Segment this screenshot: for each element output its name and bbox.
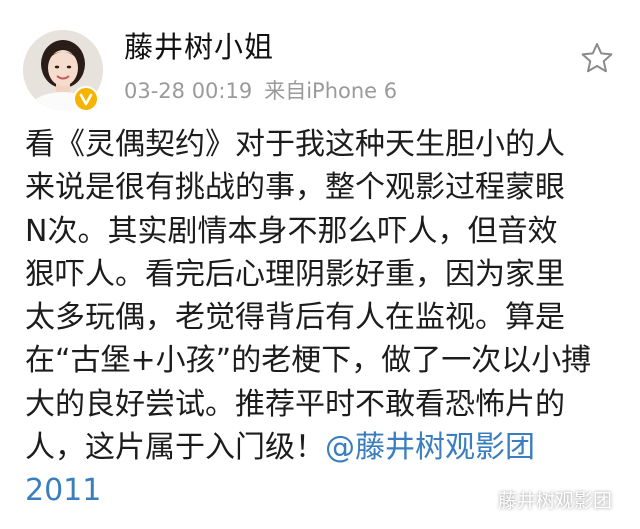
username[interactable]: 藤井树小姐 xyxy=(124,29,274,65)
content-line: N次。其实剧情本身不那么吓人，但音效 xyxy=(25,213,558,249)
post-content: 看《灵偶契约》对于我这种天生胆小的人 来说是很有挑战的事，整个观影过程蒙眼 N次… xyxy=(25,123,625,513)
wechat-icon xyxy=(466,488,492,509)
content-line: 来说是很有挑战的事，整个观影过程蒙眼 xyxy=(25,170,565,206)
content-line: 人，这片属于入门级！@藤井树观影团 xyxy=(25,426,625,469)
verified-badge-icon xyxy=(73,86,99,112)
mention-link[interactable]: @藤井树观影团 xyxy=(325,430,535,465)
content-text: 人，这片属于入门级！ xyxy=(25,430,325,466)
weibo-post: 藤井树小姐 03-28 00:19 来自iPhone 6 看《灵偶契约》对于我这种… xyxy=(0,0,640,529)
content-line: 在“古堡+小孩”的老梗下，做了一次以小搏 xyxy=(25,343,592,379)
post-source: 来自iPhone 6 xyxy=(264,79,398,103)
content-line: 大的良好尝试。推荐平时不敢看恐怖片的 xyxy=(25,386,565,422)
watermark: 藤井树观影团 xyxy=(466,484,612,514)
watermark-text: 藤井树观影团 xyxy=(498,489,613,512)
content-line: 看《灵偶契约》对于我这种天生胆小的人 xyxy=(25,127,565,162)
content-line: 太多玩偶，老觉得背后有人在监视。算是 xyxy=(25,300,565,336)
content-line: 狠吓人。看完后心理阴影好重，因为家里 xyxy=(25,256,565,292)
star-outline-icon[interactable] xyxy=(579,40,615,76)
post-meta: 03-28 00:19 来自iPhone 6 xyxy=(124,78,397,104)
timestamp: 03-28 00:19 xyxy=(124,79,253,103)
